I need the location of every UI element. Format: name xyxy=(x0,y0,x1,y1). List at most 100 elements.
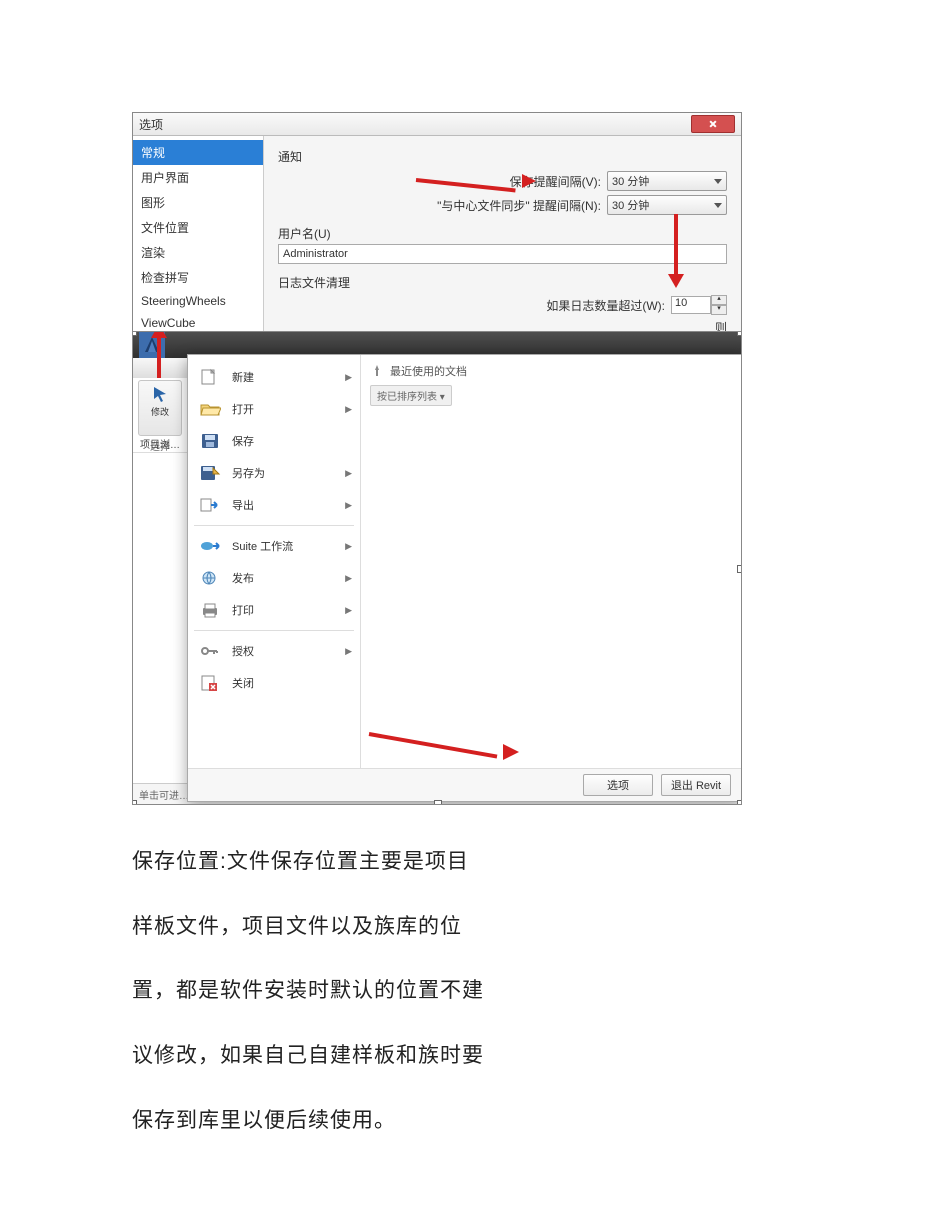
menu-item-export[interactable]: 导出 ▶ xyxy=(188,489,360,521)
save-as-icon xyxy=(196,462,224,484)
selection-handle-icon xyxy=(434,800,442,805)
spin-down-icon[interactable]: ▾ xyxy=(711,305,727,315)
sync-interval-value: 30 分钟 xyxy=(612,197,649,213)
chevron-down-icon xyxy=(714,203,722,208)
dialog-title: 选项 xyxy=(139,116,163,133)
chevron-right-icon: ▶ xyxy=(345,605,352,616)
paragraph: 置，都是软件安装时默认的位置不建 xyxy=(132,974,742,1009)
options-button[interactable]: 选项 xyxy=(583,774,653,796)
sidebar-item-ui[interactable]: 用户界面 xyxy=(133,165,263,190)
close-doc-icon xyxy=(196,672,224,694)
menu-item-save[interactable]: 保存 xyxy=(188,425,360,457)
app-menu-left: 新建 ▶ 打开 ▶ 保存 另存为 ▶ xyxy=(188,355,361,769)
app-button[interactable] xyxy=(139,332,165,358)
sort-dropdown[interactable]: 按已排序列表 ▾ xyxy=(370,385,452,406)
menu-item-license[interactable]: 授权 ▶ xyxy=(188,635,360,667)
application-menu: 新建 ▶ 打开 ▶ 保存 另存为 ▶ xyxy=(187,354,742,802)
save-interval-value: 30 分钟 xyxy=(612,173,649,189)
menu-item-suite[interactable]: Suite 工作流 ▶ xyxy=(188,530,360,562)
menu-item-label: 打开 xyxy=(232,401,254,417)
sync-interval-combo[interactable]: 30 分钟 xyxy=(607,195,727,215)
app-menu-right: 最近使用的文档 按已排序列表 ▾ xyxy=(360,355,741,769)
open-folder-icon xyxy=(196,398,224,420)
log-between-label: 则 xyxy=(715,319,727,332)
chevron-right-icon: ▶ xyxy=(345,404,352,415)
article-text: 保存位置:文件保存位置主要是项目 样板文件，项目文件以及族库的位 置，都是软件安… xyxy=(132,845,742,1138)
chevron-right-icon: ▶ xyxy=(345,468,352,479)
menu-item-open[interactable]: 打开 ▶ xyxy=(188,393,360,425)
menu-item-label: 授权 xyxy=(232,643,254,659)
new-file-icon xyxy=(196,366,224,388)
sidebar-item-spell[interactable]: 检查拼写 xyxy=(133,265,263,290)
save-interval-combo[interactable]: 30 分钟 xyxy=(607,171,727,191)
chevron-right-icon: ▶ xyxy=(345,541,352,552)
notify-group-label: 通知 xyxy=(278,148,727,165)
revit-logo-icon xyxy=(142,335,162,355)
app-menu-footer: 选项 退出 Revit xyxy=(188,768,741,801)
print-icon xyxy=(196,599,224,621)
menu-item-new[interactable]: 新建 ▶ xyxy=(188,361,360,393)
log-count-value[interactable]: 10 xyxy=(671,296,711,314)
username-input[interactable]: Administrator xyxy=(278,244,727,264)
log-count-label: 如果日志数量超过(W): xyxy=(546,297,665,314)
chevron-right-icon: ▶ xyxy=(345,573,352,584)
document-page: 选项 常规 用户界面 图形 文件位置 渲染 检查拼写 SteeringWheel… xyxy=(0,0,950,1230)
menu-item-close[interactable]: 关闭 xyxy=(188,667,360,699)
menu-item-publish[interactable]: 发布 ▶ xyxy=(188,562,360,594)
sidebar-item-render[interactable]: 渲染 xyxy=(133,240,263,265)
sidebar-item-steering[interactable]: SteeringWheels xyxy=(133,290,263,312)
paragraph: 保存到库里以便后续使用。 xyxy=(132,1104,742,1139)
sidebar-item-filepos[interactable]: 文件位置 xyxy=(133,215,263,240)
menu-item-label: 导出 xyxy=(232,497,254,513)
options-panel: 通知 保存提醒间隔(V): 30 分钟 "与中心文件同步" 提醒间隔(N): 3… xyxy=(264,136,741,332)
publish-icon xyxy=(196,567,224,589)
screenshot-container: 选项 常规 用户界面 图形 文件位置 渲染 检查拼写 SteeringWheel… xyxy=(132,112,742,805)
sync-interval-label: "与中心文件同步" 提醒间隔(N): xyxy=(437,197,601,214)
menu-separator xyxy=(194,525,354,526)
options-sidebar: 常规 用户界面 图形 文件位置 渲染 检查拼写 SteeringWheels V… xyxy=(133,136,264,332)
dialog-titlebar: 选项 xyxy=(133,113,741,136)
menu-separator xyxy=(194,630,354,631)
modify-label: 修改 xyxy=(139,405,181,418)
options-dialog: 选项 常规 用户界面 图形 文件位置 渲染 检查拼写 SteeringWheel… xyxy=(132,112,742,332)
menu-item-label: 打印 xyxy=(232,602,254,618)
project-browser-label: 项目浏… xyxy=(133,436,187,451)
selection-handle-icon xyxy=(132,332,137,336)
paragraph: 保存位置:文件保存位置主要是项目 xyxy=(132,845,742,880)
cursor-icon xyxy=(151,385,169,403)
close-icon[interactable] xyxy=(691,115,735,133)
menu-item-label: 保存 xyxy=(232,433,254,449)
selection-handle-icon xyxy=(737,565,742,573)
log-group-label: 日志文件清理 xyxy=(278,274,727,291)
sidebar-item-general[interactable]: 常规 xyxy=(133,140,263,165)
selection-handle-icon xyxy=(737,332,742,336)
paragraph: 样板文件，项目文件以及族库的位 xyxy=(132,910,742,945)
export-icon xyxy=(196,494,224,516)
sidebar-item-viewcube[interactable]: ViewCube xyxy=(133,312,263,332)
chevron-right-icon: ▶ xyxy=(345,646,352,657)
save-interval-label: 保存提醒间隔(V): xyxy=(510,173,601,190)
chevron-down-icon xyxy=(714,179,722,184)
menu-item-label: Suite 工作流 xyxy=(232,538,293,554)
recent-docs-header: 最近使用的文档 xyxy=(390,363,467,379)
menu-item-saveas[interactable]: 另存为 ▶ xyxy=(188,457,360,489)
project-browser-tree[interactable] xyxy=(133,452,187,784)
menu-item-label: 发布 xyxy=(232,570,254,586)
modify-button[interactable]: 修改 xyxy=(138,380,182,436)
suite-workflow-icon xyxy=(196,535,224,557)
selection-handle-icon xyxy=(132,800,137,805)
menu-item-label: 关闭 xyxy=(232,675,254,691)
exit-button[interactable]: 退出 Revit xyxy=(661,774,731,796)
key-icon xyxy=(196,640,224,662)
save-icon xyxy=(196,430,224,452)
selection-handle-icon xyxy=(737,800,742,805)
log-count-spinner[interactable]: 10 ▴▾ xyxy=(671,295,727,315)
chevron-right-icon: ▶ xyxy=(345,372,352,383)
app-menu-screenshot: 修改 选择 项目浏… 单击可进… 新建 ▶ 打开 ▶ xyxy=(132,332,742,805)
username-label: 用户名(U) xyxy=(278,225,727,242)
spin-up-icon[interactable]: ▴ xyxy=(711,295,727,305)
menu-item-label: 新建 xyxy=(232,369,254,385)
chevron-right-icon: ▶ xyxy=(345,500,352,511)
sidebar-item-graphics[interactable]: 图形 xyxy=(133,190,263,215)
menu-item-print[interactable]: 打印 ▶ xyxy=(188,594,360,626)
